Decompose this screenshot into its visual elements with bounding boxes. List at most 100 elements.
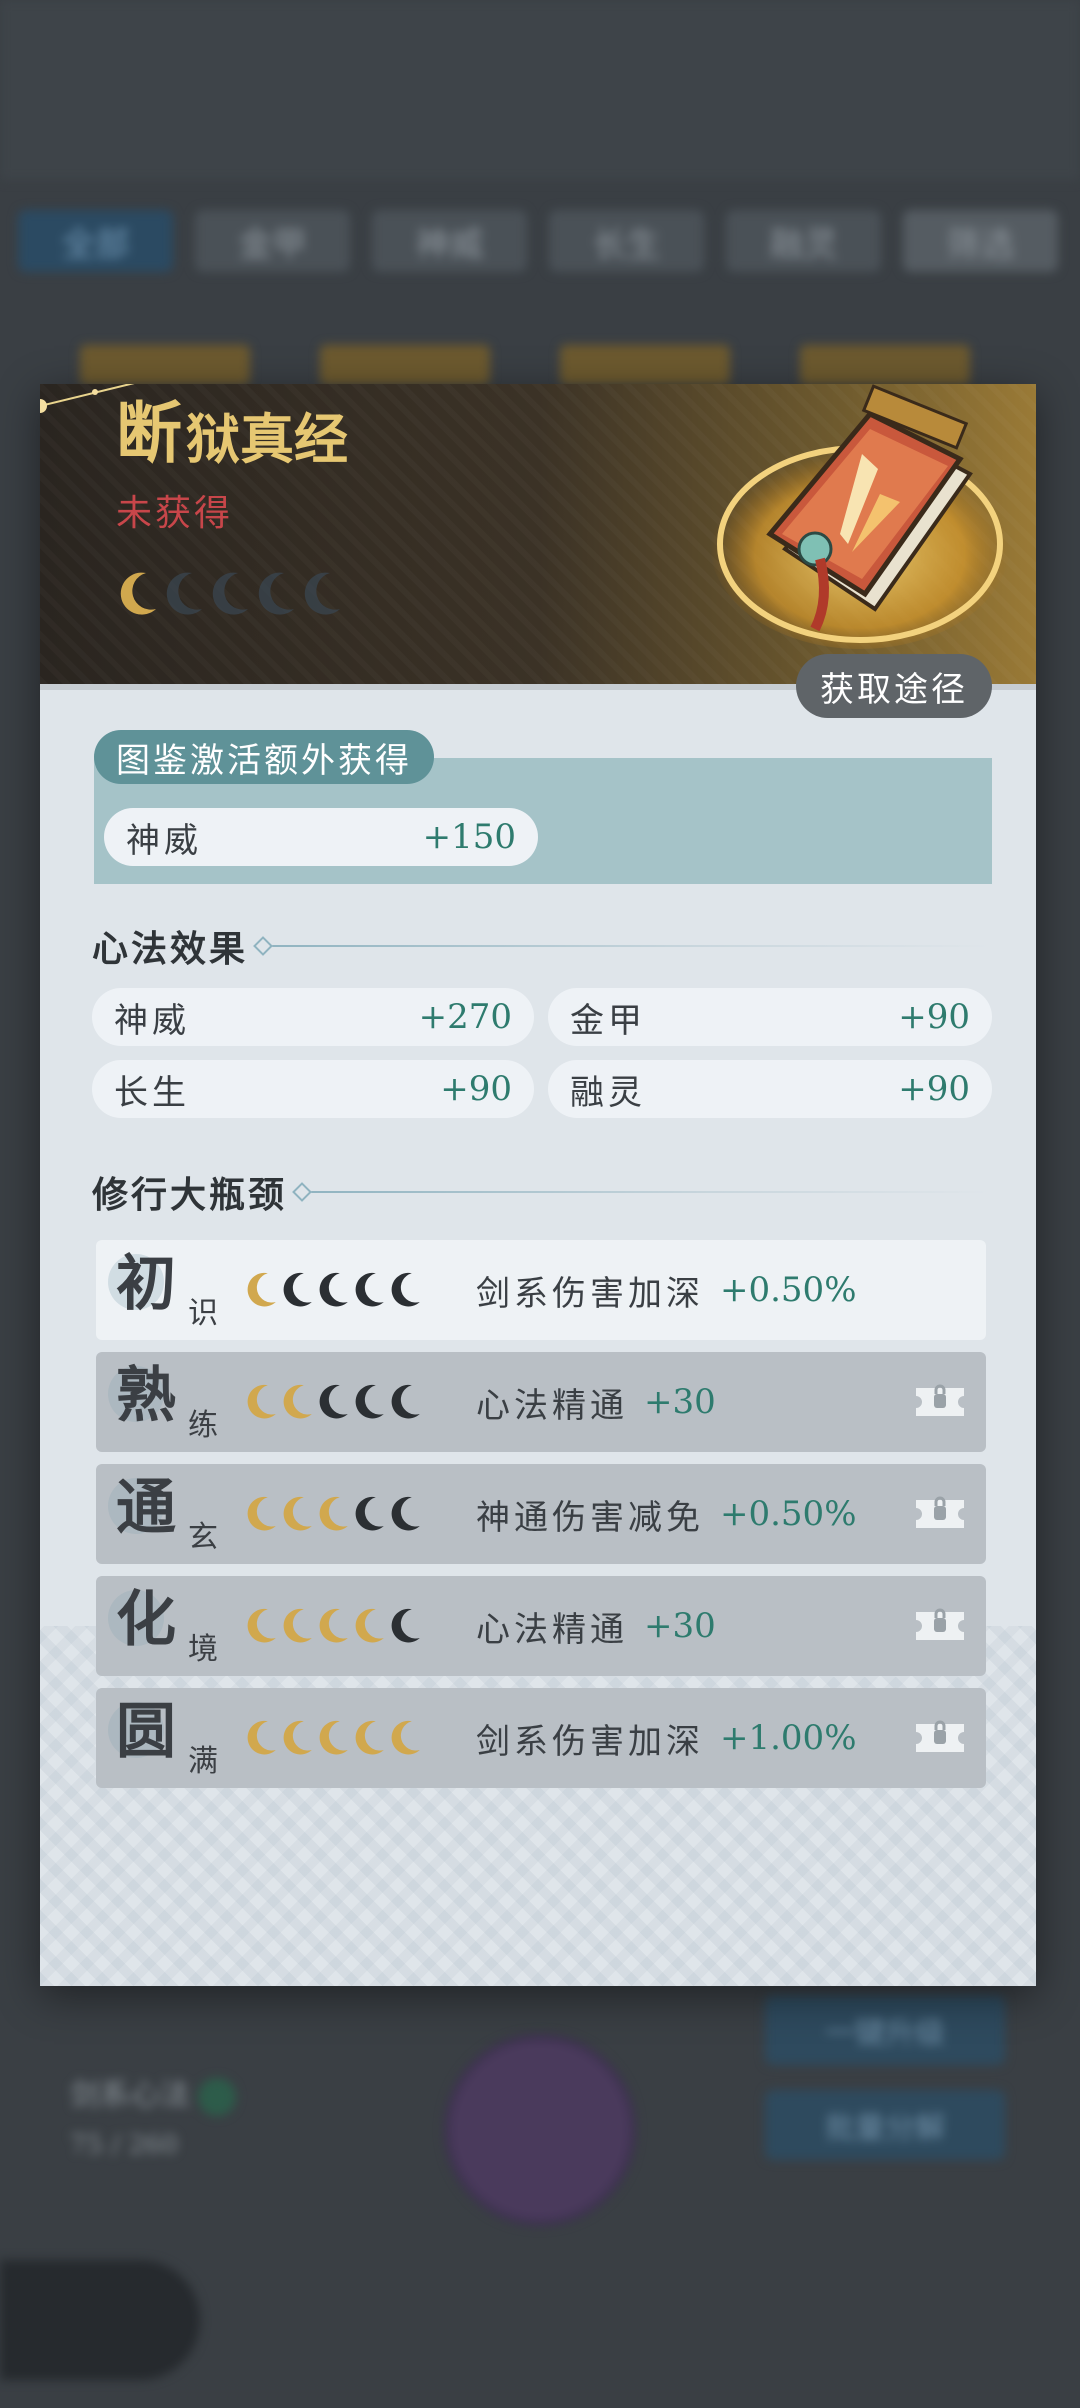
- moon-filled-icon: [247, 1608, 276, 1643]
- stage-effect: 剑系伤害加深: [476, 1721, 704, 1762]
- lock-icon: [916, 1496, 964, 1528]
- bg-orb: [450, 2040, 630, 2220]
- moon-empty-icon: [304, 572, 340, 615]
- bottleneck-title-text: 修行大瓶颈: [92, 1174, 288, 1216]
- stage-effect-value: +0.50%: [720, 1270, 857, 1310]
- bg-card: [560, 345, 730, 385]
- stage-label: 化 境: [96, 1576, 246, 1676]
- effects-section-title: 心法效果: [92, 920, 991, 972]
- stage-big: 通: [116, 1473, 176, 1543]
- moon-empty-icon: [355, 1496, 384, 1531]
- bg-card: [800, 345, 970, 385]
- acquire-path-button[interactable]: 获取途径: [796, 654, 992, 718]
- bottleneck-row[interactable]: 化 境 心法精通 +30: [96, 1576, 986, 1676]
- section-divider: [260, 945, 991, 947]
- book-icon: [710, 384, 1010, 649]
- moon-filled-icon: [283, 1608, 312, 1643]
- collection-bonus-tag: 图鉴激活额外获得: [94, 730, 434, 784]
- stage-small: 玄: [188, 1520, 218, 1555]
- moon-empty-icon: [355, 1272, 384, 1307]
- stage-big: 圆: [116, 1697, 176, 1767]
- collection-stat-name: 神威: [126, 820, 202, 861]
- modal-pattern: [40, 1626, 1036, 1986]
- skill-title-rest: 狱真经: [186, 407, 348, 471]
- moon-empty-icon: [166, 572, 202, 615]
- moon-empty-icon: [355, 1384, 384, 1419]
- bg-button-2: 批量分解: [765, 2090, 1005, 2160]
- effect-value: +270: [418, 997, 512, 1037]
- bottleneck-row[interactable]: 圆 满 剑系伤害加深 +1.00%: [96, 1688, 986, 1788]
- bg-tab-2: 神威: [372, 210, 527, 272]
- lock-icon: [916, 1720, 964, 1752]
- bottleneck-section-title: 修行大瓶颈: [92, 1166, 990, 1218]
- stage-moons: [246, 1494, 476, 1534]
- moon-filled-icon: [120, 572, 156, 615]
- bg-tab-0: 全部: [18, 210, 173, 272]
- effect-value: +90: [898, 1069, 970, 1109]
- bg-tab-3: 长生: [549, 210, 704, 272]
- moon-filled-icon: [319, 1496, 348, 1531]
- effect-item: 神威 +270: [92, 988, 534, 1046]
- background-topbar: [0, 0, 1080, 180]
- collection-stat-value: +150: [422, 817, 516, 857]
- bg-card: [80, 345, 250, 385]
- moon-filled-icon: [283, 1720, 312, 1755]
- stage-small: 识: [188, 1296, 218, 1331]
- skill-header: 断 狱真经 未获得: [40, 384, 1036, 690]
- stage-effect: 神通伤害减免: [476, 1497, 704, 1538]
- stage-moons: [246, 1382, 476, 1422]
- stage-effect-value: +1.00%: [720, 1718, 857, 1758]
- skill-detail-modal: 断 狱真经 未获得 获取途径 图鉴激活额外获得 神威 +150 心法效果 神威 …: [40, 384, 1036, 1986]
- moon-filled-icon: [283, 1384, 312, 1419]
- stage-label: 通 玄: [96, 1464, 246, 1564]
- bg-button-1: 一键升级: [765, 1995, 1005, 2065]
- stage-effect-value: +0.50%: [720, 1494, 857, 1534]
- bg-bottom-info: 剑系心法 75 / 260: [70, 2070, 236, 2160]
- bg-card: [320, 345, 490, 385]
- lock-icon: [916, 1608, 964, 1640]
- moon-filled-icon: [247, 1496, 276, 1531]
- bg-bottom-title: 剑系心法: [70, 2078, 190, 2113]
- background-cards: [80, 345, 1030, 385]
- effect-item: 金甲 +90: [548, 988, 992, 1046]
- moon-empty-icon: [212, 572, 248, 615]
- moon-filled-icon: [247, 1272, 276, 1307]
- acquire-status: 未获得: [116, 493, 234, 534]
- moon-empty-icon: [258, 572, 294, 615]
- effect-name: 长生: [114, 1072, 190, 1113]
- stage-small: 满: [188, 1744, 218, 1779]
- effect-value: +90: [440, 1069, 512, 1109]
- stage-effect-value: +30: [644, 1382, 716, 1422]
- moon-filled-icon: [247, 1384, 276, 1419]
- stage-big: 化: [116, 1585, 176, 1655]
- bg-bottom-count: 75 / 260: [70, 2130, 178, 2160]
- moon-empty-icon: [391, 1272, 420, 1307]
- stage-big: 熟: [116, 1361, 176, 1431]
- effect-item: 融灵 +90: [548, 1060, 992, 1118]
- stage-moons: [246, 1270, 476, 1310]
- stage-label: 初 识: [96, 1240, 246, 1340]
- effect-name: 融灵: [570, 1072, 646, 1113]
- lock-icon: [916, 1384, 964, 1416]
- stage-label: 圆 满: [96, 1688, 246, 1788]
- stage-effect: 剑系伤害加深: [476, 1273, 704, 1314]
- effects-title-text: 心法效果: [92, 928, 249, 970]
- effect-item: 长生 +90: [92, 1060, 534, 1118]
- stage-small: 境: [188, 1632, 218, 1667]
- stage-effect: 心法精通: [476, 1385, 628, 1426]
- moon-filled-icon: [247, 1720, 276, 1755]
- effect-value: +90: [898, 997, 970, 1037]
- bg-tab-4: 融灵: [726, 210, 881, 272]
- moon-filled-icon: [283, 1496, 312, 1531]
- bottleneck-row[interactable]: 熟 练 心法精通 +30: [96, 1352, 986, 1452]
- bg-plus-icon: [198, 2078, 236, 2116]
- moon-empty-icon: [319, 1272, 348, 1307]
- rank-moons: [120, 569, 344, 619]
- bg-back-button: [0, 2260, 200, 2380]
- bg-tab-1: 金甲: [195, 210, 350, 272]
- moon-filled-icon: [355, 1720, 384, 1755]
- bottleneck-row[interactable]: 通 玄 神通伤害减免 +0.50%: [96, 1464, 986, 1564]
- bottleneck-row[interactable]: 初 识 剑系伤害加深 +0.50%: [96, 1240, 986, 1340]
- effect-name: 神威: [114, 1000, 190, 1041]
- effect-name: 金甲: [570, 1000, 646, 1041]
